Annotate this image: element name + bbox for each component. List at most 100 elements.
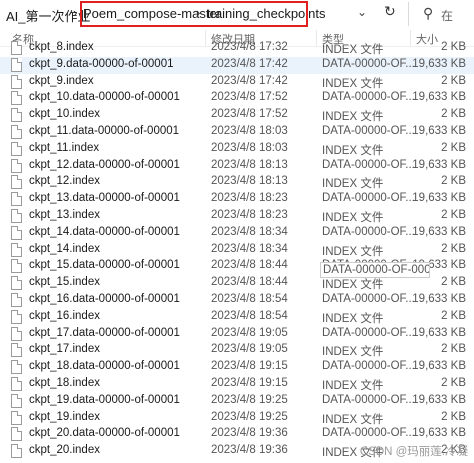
- file-row[interactable]: ckpt_19.index 2023/4/8 19:25 INDEX 文件 2 KB: [0, 410, 474, 427]
- search-placeholder: 在: [441, 9, 454, 23]
- file-size: 2 KB: [441, 108, 466, 120]
- file-row[interactable]: ckpt_17.data-00000-of-00001 2023/4/8 19:0…: [0, 326, 474, 343]
- file-name: ckpt_17.data-00000-of-00001: [29, 327, 180, 339]
- file-icon: [11, 108, 22, 122]
- file-icon: [11, 259, 22, 273]
- file-row[interactable]: ckpt_8.index 2023/4/8 17:32 INDEX 文件 2 KB: [0, 40, 474, 57]
- address-bar: AI_第一次作业 › Poem_compose-master › trainin…: [0, 0, 474, 30]
- file-icon: [11, 226, 22, 240]
- file-row[interactable]: ckpt_12.data-00000-of-00001 2023/4/8 18:1…: [0, 158, 474, 175]
- file-name: ckpt_15.data-00000-of-00001: [29, 259, 180, 271]
- file-name: ckpt_14.index: [29, 243, 100, 255]
- file-name: ckpt_16.index: [29, 310, 100, 322]
- file-row[interactable]: ckpt_11.index 2023/4/8 18:03 INDEX 文件 2 KB: [0, 141, 474, 158]
- file-date: 2023/4/8 18:23: [211, 209, 288, 221]
- address-highlight-box: [80, 1, 308, 27]
- file-type: DATA-00000-OF...: [322, 192, 415, 204]
- file-date: 2023/4/8 18:13: [211, 175, 288, 187]
- file-icon: [11, 394, 22, 408]
- file-row[interactable]: ckpt_9.data-00000-of-00001 2023/4/8 17:42…: [0, 57, 474, 74]
- breadcrumb-item-ai-homework[interactable]: AI_第一次作业: [6, 6, 91, 25]
- file-type: INDEX 文件: [322, 313, 384, 325]
- file-date: 2023/4/8 18:44: [211, 259, 288, 271]
- file-date: 2023/4/8 18:13: [211, 159, 288, 171]
- file-row[interactable]: ckpt_10.index 2023/4/8 17:52 INDEX 文件 2 KB: [0, 107, 474, 124]
- file-date: 2023/4/8 17:42: [211, 58, 288, 70]
- file-icon: [11, 142, 22, 156]
- file-row[interactable]: ckpt_10.data-00000-of-00001 2023/4/8 17:5…: [0, 90, 474, 107]
- breadcrumb-separator[interactable]: ›: [73, 5, 77, 20]
- file-name: ckpt_18.data-00000-of-00001: [29, 360, 180, 372]
- file-date: 2023/4/8 19:05: [211, 327, 288, 339]
- file-name: ckpt_12.data-00000-of-00001: [29, 159, 180, 171]
- file-row[interactable]: ckpt_11.data-00000-of-00001 2023/4/8 18:0…: [0, 124, 474, 141]
- file-date: 2023/4/8 19:36: [211, 444, 288, 456]
- file-name: ckpt_18.index: [29, 377, 100, 389]
- file-size: 19,633 KB: [412, 427, 466, 439]
- file-type: INDEX 文件: [322, 346, 384, 358]
- file-size: 19,633 KB: [412, 58, 466, 70]
- file-row[interactable]: ckpt_16.index 2023/4/8 18:54 INDEX 文件 2 KB: [0, 309, 474, 326]
- file-name: ckpt_9.index: [29, 75, 94, 87]
- file-row[interactable]: ckpt_12.index 2023/4/8 18:13 INDEX 文件 2 KB: [0, 174, 474, 191]
- file-type: DATA-00000-OF...: [322, 91, 415, 103]
- file-name: ckpt_11.index: [29, 142, 100, 154]
- file-icon: [11, 125, 22, 139]
- file-row[interactable]: ckpt_18.data-00000-of-00001 2023/4/8 19:1…: [0, 359, 474, 376]
- file-type: DATA-00000-OF...: [322, 360, 415, 372]
- chevron-down-icon[interactable]: ⌄: [357, 5, 367, 19]
- file-row[interactable]: ckpt_13.index 2023/4/8 18:23 INDEX 文件 2 KB: [0, 208, 474, 225]
- file-size: 2 KB: [441, 343, 466, 355]
- file-icon: [11, 58, 22, 72]
- file-type: INDEX 文件: [322, 111, 384, 123]
- file-size: 2 KB: [441, 411, 466, 423]
- file-size: 19,633 KB: [412, 226, 466, 238]
- file-type: INDEX 文件: [322, 414, 384, 426]
- file-row[interactable]: ckpt_19.data-00000-of-00001 2023/4/8 19:2…: [0, 393, 474, 410]
- file-size: 2 KB: [441, 276, 466, 288]
- file-icon: [11, 41, 22, 55]
- file-size: 2 KB: [441, 377, 466, 389]
- file-type: INDEX 文件: [322, 279, 384, 291]
- file-icon: [11, 243, 22, 257]
- file-type: DATA-00000-OF...: [322, 394, 415, 406]
- file-date: 2023/4/8 18:54: [211, 293, 288, 305]
- file-type: INDEX 文件: [322, 246, 384, 258]
- file-size: 19,633 KB: [412, 327, 466, 339]
- file-type: DATA-00000-OF...: [322, 226, 415, 238]
- file-icon: [11, 377, 22, 391]
- file-row[interactable]: ckpt_16.data-00000-of-00001 2023/4/8 18:5…: [0, 292, 474, 309]
- file-icon: [11, 192, 22, 206]
- file-row[interactable]: ckpt_20.data-00000-of-00001 2023/4/8 19:3…: [0, 426, 474, 443]
- file-icon: [11, 293, 22, 307]
- file-row[interactable]: ckpt_18.index 2023/4/8 19:15 INDEX 文件 2 KB: [0, 376, 474, 393]
- file-date: 2023/4/8 18:23: [211, 192, 288, 204]
- file-icon: [11, 327, 22, 341]
- file-type: DATA-00000-OF...: [322, 327, 415, 339]
- file-icon: [11, 411, 22, 425]
- file-name: ckpt_10.index: [29, 108, 100, 120]
- file-date: 2023/4/8 18:34: [211, 226, 288, 238]
- file-name: ckpt_17.index: [29, 343, 100, 355]
- file-row[interactable]: ckpt_17.index 2023/4/8 19:05 INDEX 文件 2 KB: [0, 342, 474, 359]
- file-size: 19,633 KB: [412, 159, 466, 171]
- file-type: DATA-00000-OF...: [322, 159, 415, 171]
- file-row[interactable]: ckpt_9.index 2023/4/8 17:42 INDEX 文件 2 KB: [0, 74, 474, 91]
- file-size: 19,633 KB: [412, 394, 466, 406]
- file-size: 2 KB: [441, 41, 466, 53]
- file-date: 2023/4/8 18:54: [211, 310, 288, 322]
- file-icon: [11, 209, 22, 223]
- file-name: ckpt_20.index: [29, 444, 100, 456]
- file-icon: [11, 310, 22, 324]
- file-date: 2023/4/8 18:44: [211, 276, 288, 288]
- search-input[interactable]: ⚲ 在: [408, 2, 474, 26]
- refresh-icon[interactable]: ↻: [384, 3, 396, 20]
- file-size: 19,633 KB: [412, 91, 466, 103]
- file-row[interactable]: ckpt_13.data-00000-of-00001 2023/4/8 18:2…: [0, 191, 474, 208]
- file-name: ckpt_19.data-00000-of-00001: [29, 394, 180, 406]
- file-date: 2023/4/8 19:36: [211, 427, 288, 439]
- file-row[interactable]: ckpt_14.data-00000-of-00001 2023/4/8 18:3…: [0, 225, 474, 242]
- file-row[interactable]: ckpt_14.index 2023/4/8 18:34 INDEX 文件 2 KB: [0, 242, 474, 259]
- file-size: 19,633 KB: [412, 360, 466, 372]
- search-icon: ⚲: [423, 5, 434, 21]
